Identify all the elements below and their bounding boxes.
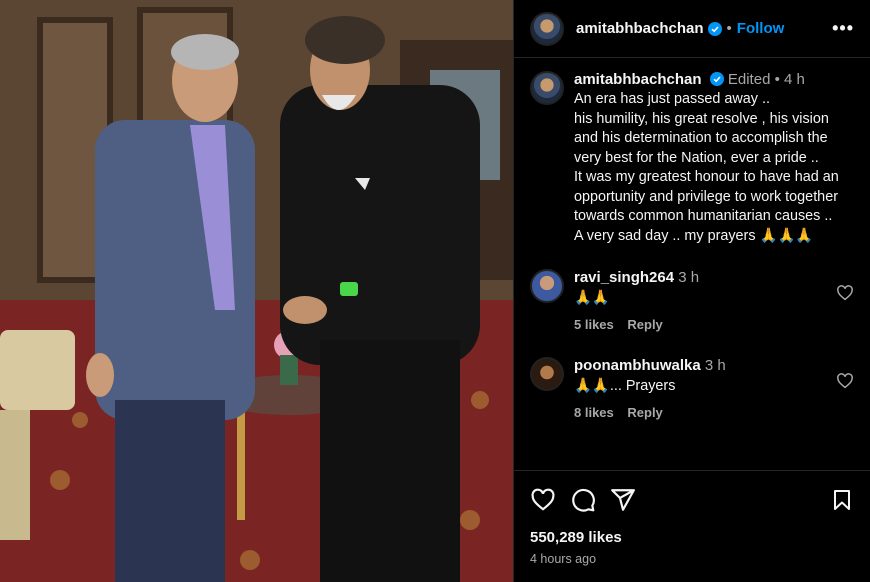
separator-dot: • (774, 71, 780, 88)
more-options-icon[interactable]: ••• (832, 18, 854, 39)
caption-time: 4 h (784, 71, 805, 88)
caption: amitabhbachchan Edited • 4 h An era has … (530, 70, 854, 246)
comment-icon[interactable] (570, 487, 596, 513)
reply-button[interactable]: Reply (627, 405, 662, 420)
comment-time: 3 h (704, 357, 726, 374)
caption-edited: Edited (727, 71, 771, 88)
commenter-avatar[interactable] (530, 269, 564, 303)
comment-likes[interactable]: 8 likes (574, 405, 614, 420)
comment-username[interactable]: poonambhuwalka (574, 357, 701, 374)
comments-list: amitabhbachchan Edited • 4 h An era has … (514, 58, 870, 420)
post-footer: 550,289 likes 4 hours ago (514, 470, 870, 566)
likes-count[interactable]: 550,289 likes (530, 529, 854, 546)
comment-item: ravi_singh264 3 h 🙏🙏 5 likes Reply (530, 268, 854, 332)
follow-button[interactable]: Follow (737, 20, 785, 37)
reply-button[interactable]: Reply (627, 317, 662, 332)
like-comment-heart-icon[interactable] (836, 372, 854, 390)
post-header: amitabhbachchan • Follow ••• (514, 0, 870, 58)
photo-illustration (0, 0, 513, 582)
caption-avatar[interactable] (530, 71, 564, 105)
post-photo[interactable] (0, 0, 513, 582)
comment-username[interactable]: ravi_singh264 (574, 269, 674, 286)
caption-username[interactable]: amitabhbachchan (574, 71, 702, 88)
author-username[interactable]: amitabhbachchan (576, 20, 704, 37)
post-actions (530, 485, 854, 515)
comment-text: 🙏🙏... Prayers (574, 378, 676, 394)
separator-dot: • (726, 20, 732, 37)
bookmark-icon[interactable] (830, 487, 854, 513)
comment-time: 3 h (678, 269, 700, 286)
comment-item: poonambhuwalka 3 h 🙏🙏... Prayers 8 likes… (530, 356, 854, 420)
verified-badge-icon (709, 72, 724, 86)
comment-likes[interactable]: 5 likes (574, 317, 614, 332)
author-avatar[interactable] (530, 11, 564, 46)
commenter-avatar[interactable] (530, 357, 564, 391)
heart-icon[interactable] (530, 487, 556, 513)
like-comment-heart-icon[interactable] (836, 284, 854, 302)
share-icon[interactable] (610, 487, 636, 513)
post-side-panel: amitabhbachchan • Follow ••• amitabhbach… (513, 0, 870, 582)
verified-badge-icon (707, 21, 722, 36)
comment-text: 🙏🙏 (574, 290, 610, 306)
caption-text: An era has just passed away .. his humil… (574, 91, 839, 244)
post-time: 4 hours ago (530, 552, 597, 566)
